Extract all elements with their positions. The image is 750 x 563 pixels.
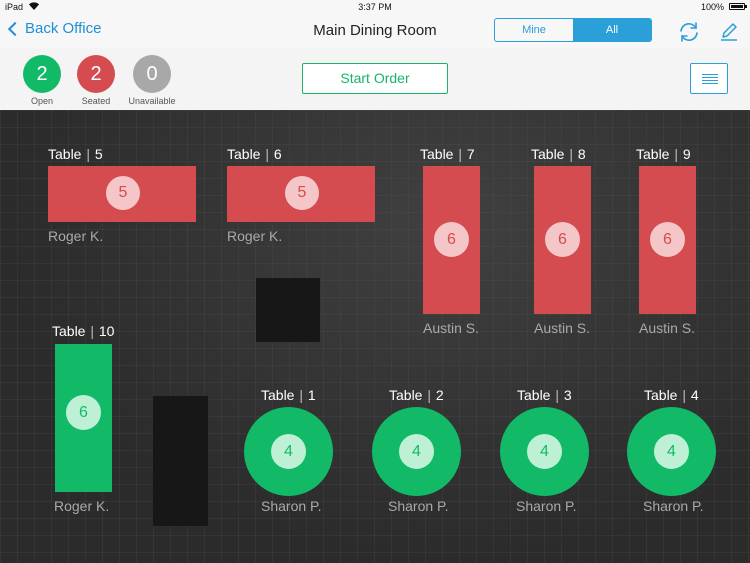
table-5[interactable]: 5 [48, 166, 196, 222]
list-icon [702, 74, 718, 75]
table-label: Table | 8 [531, 146, 586, 162]
edit-icon[interactable] [718, 20, 740, 42]
table-label: Table | 10 [52, 323, 115, 339]
table-number: 2 [435, 387, 444, 403]
table-1[interactable]: 4 [244, 407, 333, 496]
table-number: 10 [98, 323, 115, 339]
server-name: Sharon P. [388, 498, 449, 514]
table-3[interactable]: 4 [500, 407, 589, 496]
table-word: Table [52, 323, 86, 339]
seat-count: 5 [285, 176, 319, 210]
filter-segmented-control: Mine All [494, 18, 652, 42]
back-button[interactable]: Back Office [6, 20, 101, 37]
table-number: 7 [466, 146, 475, 162]
table-word: Table [531, 146, 565, 162]
server-name: Sharon P. [643, 498, 704, 514]
server-name: Roger K. [227, 228, 283, 244]
table-word: Table [420, 146, 454, 162]
table-7[interactable]: 6 [423, 166, 480, 314]
table-6[interactable]: 5 [227, 166, 375, 222]
unavailable-stat[interactable]: 0 Unavailable [122, 55, 182, 106]
seat-count: 5 [106, 176, 140, 210]
status-bar: iPad 3:37 PM 100% [0, 0, 750, 14]
server-name: Austin S. [423, 320, 480, 336]
seated-label: Seated [81, 96, 111, 106]
table-word: Table [389, 387, 423, 403]
battery-percent: 100% [700, 2, 724, 12]
seat-count: 4 [271, 434, 306, 469]
unavailable-count: 0 [133, 55, 171, 93]
floor-plan: Table | 5 5 Roger K. Table | 6 5 Roger K… [0, 110, 750, 563]
table-word: Table [517, 387, 551, 403]
server-name: Roger K. [54, 498, 110, 514]
table-number: 3 [563, 387, 572, 403]
open-count: 2 [23, 55, 61, 93]
table-10[interactable]: 6 [55, 344, 112, 492]
table-2[interactable]: 4 [372, 407, 461, 496]
table-8[interactable]: 6 [534, 166, 591, 314]
unavailable-label: Unavailable [128, 96, 176, 106]
table-label: Table | 9 [636, 146, 691, 162]
list-menu-button[interactable] [690, 63, 728, 94]
server-name: Sharon P. [261, 498, 322, 514]
seat-count: 6 [434, 222, 469, 257]
table-number: 5 [94, 146, 103, 162]
back-label: Back Office [25, 20, 102, 37]
table-label: Table | 2 [389, 387, 444, 403]
table-word: Table [261, 387, 295, 403]
seat-count: 4 [527, 434, 562, 469]
table-4[interactable]: 4 [627, 407, 716, 496]
segment-all[interactable]: All [573, 19, 651, 41]
battery-icon [729, 3, 747, 10]
table-word: Table [48, 146, 82, 162]
obstruction-block [153, 396, 208, 526]
open-stat[interactable]: 2 Open [12, 55, 72, 106]
table-9[interactable]: 6 [639, 166, 696, 314]
seat-count: 6 [650, 222, 685, 257]
summary-bar: 2 Open 2 Seated 0 Unavailable Start Orde… [0, 48, 750, 110]
table-label: Table | 4 [644, 387, 699, 403]
seat-count: 4 [654, 434, 689, 469]
server-name: Austin S. [534, 320, 591, 336]
table-label: Table | 3 [517, 387, 572, 403]
table-number: 4 [690, 387, 699, 403]
seat-count: 6 [545, 222, 580, 257]
table-word: Table [227, 146, 261, 162]
sync-icon[interactable] [677, 20, 701, 44]
table-number: 1 [307, 387, 316, 403]
table-word: Table [644, 387, 678, 403]
server-name: Roger K. [48, 228, 104, 244]
table-word: Table [636, 146, 670, 162]
obstruction-block [256, 278, 320, 342]
chevron-left-icon [7, 21, 23, 36]
server-name: Austin S. [639, 320, 696, 336]
clock: 3:37 PM [358, 2, 392, 12]
table-label: Table | 7 [420, 146, 475, 162]
table-number: 9 [682, 146, 691, 162]
table-label: Table | 1 [261, 387, 316, 403]
page-title: Main Dining Room [313, 22, 437, 39]
segment-mine[interactable]: Mine [495, 19, 573, 41]
table-label: Table | 5 [48, 146, 103, 162]
seat-count: 6 [66, 395, 101, 430]
open-label: Open [30, 96, 54, 106]
table-number: 6 [273, 146, 282, 162]
seat-count: 4 [399, 434, 434, 469]
table-label: Table | 6 [227, 146, 282, 162]
table-number: 8 [577, 146, 586, 162]
seated-stat[interactable]: 2 Seated [66, 55, 126, 106]
start-order-button[interactable]: Start Order [302, 63, 448, 94]
seated-count: 2 [77, 55, 115, 93]
server-name: Sharon P. [516, 498, 577, 514]
nav-bar: Back Office Main Dining Room Mine All [0, 14, 750, 49]
